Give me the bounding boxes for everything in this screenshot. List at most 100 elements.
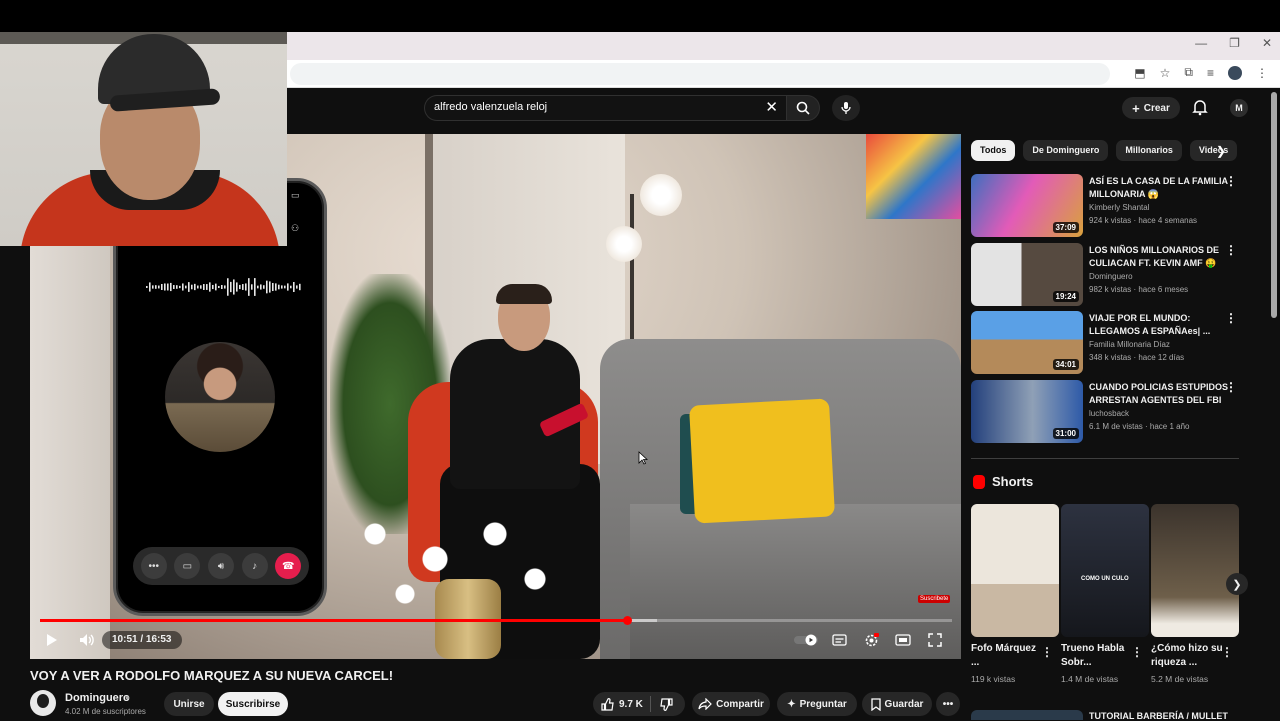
recommendation-title[interactable]: LOS NIÑOS MILLONARIOS DE CULIACAN FT. KE…: [1089, 244, 1229, 270]
more-vertical-icon[interactable]: ⋮: [1225, 380, 1237, 394]
recommendation-thumbnail[interactable]: 37:09: [971, 174, 1083, 237]
thumbs-up-icon: [601, 697, 614, 711]
video-scene-yellow-pillow: [689, 398, 835, 524]
chip-de-dominguero[interactable]: De Dominguero: [1023, 140, 1109, 161]
waveform-bar: [290, 285, 292, 289]
share-button[interactable]: Compartir: [692, 692, 770, 716]
short-title[interactable]: ¿Cómo hizo su riqueza ...: [1151, 642, 1223, 670]
short-item[interactable]: ¿Cómo hizo su riqueza ... 5.2 M de vista…: [1151, 504, 1239, 684]
recommendation-item[interactable]: 19:24 LOS NIÑOS MILLONARIOS DE CULIACAN …: [971, 243, 1241, 307]
thumbs-down-icon: [660, 698, 673, 711]
waveform-bar: [149, 282, 151, 292]
extensions-icon[interactable]: ⧉: [1184, 65, 1193, 80]
page-scrollbar[interactable]: [1271, 92, 1277, 318]
recommendation-title[interactable]: CUANDO POLICIAS ESTUPIDOS ARRESTAN AGENT…: [1089, 381, 1229, 407]
channel-avatar[interactable]: [30, 690, 56, 716]
waveform-bar: [170, 282, 172, 292]
autoplay-toggle[interactable]: [792, 629, 820, 651]
more-vertical-icon[interactable]: ⋮: [1221, 645, 1233, 659]
call-controls: ••• ▭ 🔊︎ ♪ ☎︎: [133, 547, 309, 585]
recommendation-meta: 6.1 M de vistas · hace 1 año: [1089, 422, 1190, 431]
more-vertical-icon[interactable]: ⋮: [1225, 243, 1237, 257]
media-control-icon[interactable]: ≡: [1207, 66, 1214, 80]
recommendation-item[interactable]: 37:09 ASÍ ES LA CASA DE LA FAMILIA MILLO…: [971, 174, 1241, 238]
clear-search-icon[interactable]: ✕: [765, 100, 778, 116]
more-vertical-icon[interactable]: ⋮: [1131, 645, 1143, 659]
search-button[interactable]: [786, 95, 820, 121]
shorts-next-button[interactable]: ❯: [1226, 573, 1248, 595]
chip-todos[interactable]: Todos: [971, 140, 1016, 161]
recommendation-title[interactable]: VIAJE POR EL MUNDO: LLEGAMOS A ESPAÑAes|…: [1089, 312, 1229, 338]
share-icon: [698, 698, 712, 710]
short-title[interactable]: Trueno Habla Sobr...: [1061, 642, 1133, 670]
fullscreen-button[interactable]: [924, 629, 946, 651]
waveform-bar: [233, 279, 235, 295]
short-item[interactable]: Fofo Márquez ... 119 k vistas ⋮: [971, 504, 1059, 684]
recommendation-channel[interactable]: Kimberly Shantal: [1089, 203, 1149, 212]
install-app-icon[interactable]: ⬒: [1134, 66, 1145, 80]
recommendation-item[interactable]: 34:01 VIAJE POR EL MUNDO: LLEGAMOS A ESP…: [971, 311, 1241, 375]
recommendation-thumbnail[interactable]: 34:01: [971, 311, 1083, 374]
minimize-button[interactable]: —: [1195, 36, 1207, 50]
volume-button[interactable]: [76, 629, 98, 651]
voice-search-button[interactable]: [832, 95, 860, 121]
mouse-cursor-icon: [638, 451, 648, 465]
bookmark-star-icon[interactable]: ☆: [1160, 66, 1171, 80]
waveform-bar: [236, 282, 238, 292]
short-thumbnail[interactable]: [971, 504, 1059, 637]
more-actions-button[interactable]: •••: [936, 692, 960, 716]
os-top-bar: [0, 0, 1280, 32]
recommendation-channel[interactable]: Familia Millonaria Díaz: [1089, 340, 1170, 349]
volume-icon: [80, 634, 94, 646]
more-vertical-icon[interactable]: ⋮: [1041, 645, 1053, 659]
video-scene-person-hair: [496, 284, 552, 304]
more-vertical-icon[interactable]: ⋮: [1225, 174, 1237, 188]
recommendation-channel[interactable]: luchosback: [1089, 409, 1129, 418]
save-button[interactable]: Guardar: [862, 692, 932, 716]
subtitles-button[interactable]: [828, 629, 850, 651]
video-duration: 19:24: [1052, 291, 1079, 302]
search-input[interactable]: [434, 101, 754, 113]
user-avatar[interactable]: M: [1230, 99, 1248, 117]
filter-chips: Todos De Dominguero Millonarios Videos: [971, 140, 1241, 162]
recommendation-channel[interactable]: Dominguero: [1089, 272, 1133, 281]
chevron-right-icon[interactable]: ❯: [1216, 144, 1226, 158]
channel-name[interactable]: Dominguero: [65, 692, 130, 704]
close-window-button[interactable]: ✕: [1262, 36, 1272, 50]
short-item[interactable]: COMO UN CULO Trueno Habla Sobr... 1.4 M …: [1061, 504, 1149, 684]
short-thumbnail[interactable]: COMO UN CULO: [1061, 504, 1149, 637]
recommendation-thumbnail[interactable]: [971, 710, 1083, 720]
recommendation-thumbnail[interactable]: 19:24: [971, 243, 1083, 306]
theater-mode-button[interactable]: [892, 629, 914, 651]
recommendation-item[interactable]: 31:00 CUANDO POLICIAS ESTUPIDOS ARRESTAN…: [971, 380, 1241, 444]
chip-videos[interactable]: Videos: [1189, 140, 1238, 161]
recommendation-thumbnail[interactable]: 31:00: [971, 380, 1083, 443]
restore-button[interactable]: ❐: [1229, 36, 1240, 50]
search-icon: [796, 101, 810, 115]
video-duration: 31:00: [1052, 428, 1079, 439]
join-button[interactable]: Unirse: [164, 692, 214, 716]
settings-button[interactable]: [860, 629, 882, 651]
short-views: 1.4 M de vistas: [1061, 674, 1119, 684]
dislike-button[interactable]: [660, 698, 673, 714]
profile-avatar[interactable]: [1228, 65, 1242, 80]
play-button[interactable]: [42, 629, 62, 651]
more-vertical-icon[interactable]: ⋮: [1225, 311, 1237, 325]
subscribe-button[interactable]: Suscribirse: [218, 692, 288, 716]
share-label: Compartir: [716, 698, 764, 710]
ask-label: Preguntar: [799, 698, 847, 710]
address-bar[interactable]: [290, 63, 1110, 85]
short-title[interactable]: Fofo Márquez ...: [971, 642, 1043, 670]
shorts-heading: Shorts: [992, 474, 1034, 489]
browser-menu-icon[interactable]: ⋮: [1256, 66, 1268, 80]
progress-scrubber[interactable]: [623, 616, 632, 625]
ask-button[interactable]: ✦ Preguntar: [777, 692, 857, 716]
phone-camera-icon: ▭: [291, 190, 300, 200]
video-scene-painting: [866, 134, 961, 219]
subscribe-watermark[interactable]: Suscribete: [918, 595, 951, 603]
chip-millonarios[interactable]: Millonarios: [1116, 140, 1182, 161]
recommendation-title[interactable]: ASÍ ES LA CASA DE LA FAMILIA MILLONARIA …: [1089, 175, 1229, 201]
create-button[interactable]: + Crear: [1122, 97, 1180, 119]
short-thumbnail[interactable]: [1151, 504, 1239, 637]
notifications-button[interactable]: [1192, 99, 1208, 121]
